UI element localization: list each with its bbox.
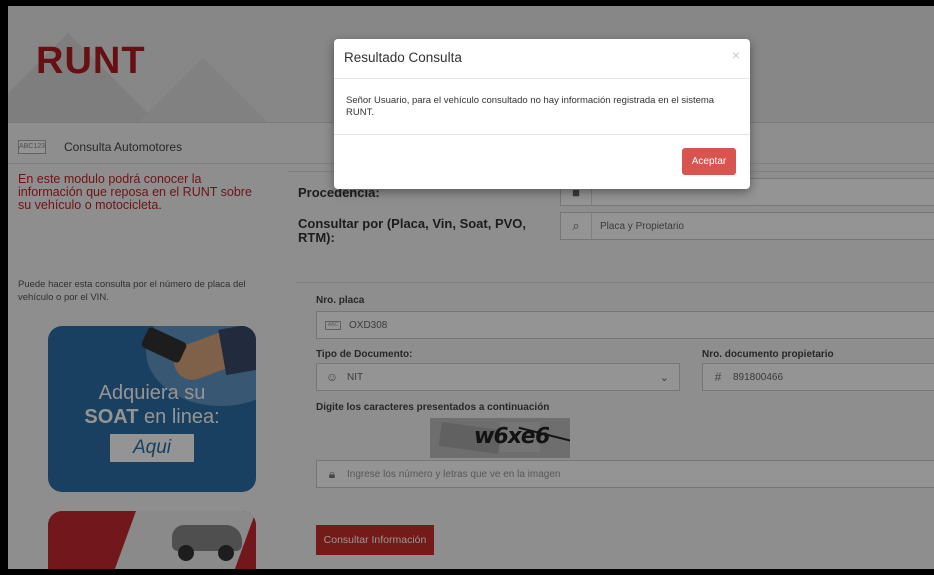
modal-header: Resultado Consulta × bbox=[334, 39, 750, 79]
close-icon[interactable]: × bbox=[732, 47, 740, 63]
modal-message: Señor Usuario, para el vehículo consulta… bbox=[346, 95, 715, 118]
modal-title: Resultado Consulta bbox=[344, 50, 462, 65]
aceptar-button[interactable]: Aceptar bbox=[682, 148, 736, 175]
result-modal: Resultado Consulta × Señor Usuario, para… bbox=[334, 39, 750, 189]
modal-divider bbox=[334, 134, 750, 135]
